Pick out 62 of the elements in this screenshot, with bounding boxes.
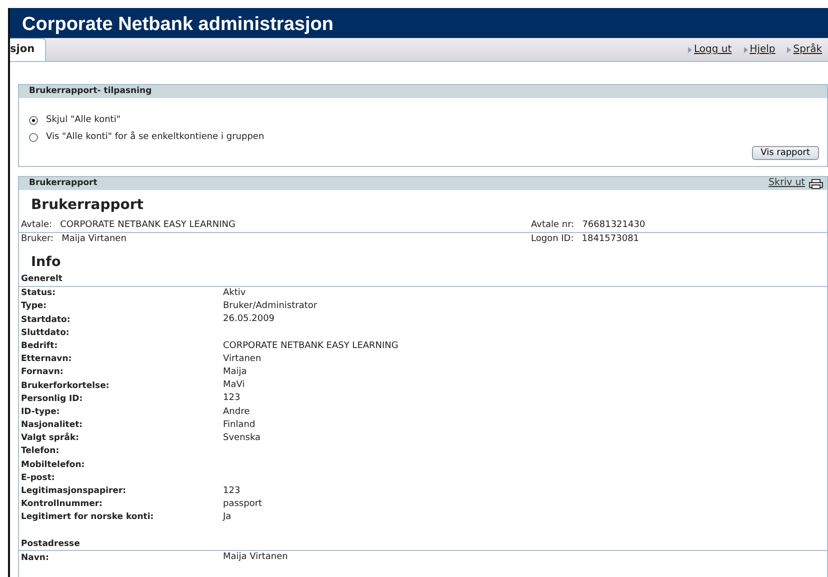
field-label: Status: xyxy=(21,287,56,300)
section-heading: Info xyxy=(30,253,62,272)
field-value: Maija Virtanen xyxy=(223,551,288,564)
field-label: Nasjonalitet: xyxy=(21,419,84,432)
field-value: 1841573081 xyxy=(582,232,640,246)
field-label: Type: xyxy=(21,300,48,314)
field-label: Sluttdato: xyxy=(21,326,70,340)
field-label: Legitimert for norske konti: xyxy=(21,511,155,524)
option-label: Vis "Alle konti" for å se enkeltkontiene i gruppen xyxy=(46,130,264,144)
field-label: Avtale nr: xyxy=(531,218,574,232)
field-label: Etternavn: xyxy=(21,353,73,366)
field-value: passport xyxy=(223,498,262,511)
top-link[interactable]: Språk xyxy=(787,42,822,57)
top-link[interactable]: Logg ut xyxy=(688,42,732,57)
field-value: 76681321430 xyxy=(582,218,646,232)
arrow-icon[interactable] xyxy=(787,46,792,52)
window-title: Corporate Netbank administrasjon xyxy=(22,14,334,35)
field-label: Bruker: xyxy=(21,232,54,246)
option-label: Skjul "Alle konti" xyxy=(46,114,120,127)
field-label: Navn: xyxy=(21,552,50,564)
field-label: Fornavn: xyxy=(21,366,64,380)
printer-icon[interactable] xyxy=(809,178,823,188)
top-link[interactable]: Hjelp xyxy=(744,42,776,57)
field-label: Startdato: xyxy=(21,314,72,326)
field-value: 123 xyxy=(223,392,240,406)
report-heading: Brukerrapport xyxy=(30,196,144,215)
field-value: Svenska xyxy=(223,432,261,445)
field-label: Avtale: xyxy=(21,218,52,232)
field-value: CORPORATE NETBANK EASY LEARNING xyxy=(60,218,236,232)
group-title: Postadresse xyxy=(20,538,81,550)
group-title: Generelt xyxy=(20,273,64,286)
field-label: Bedrift: xyxy=(21,340,59,353)
field-value: Maija Virtanen xyxy=(62,232,126,246)
arrow-icon[interactable] xyxy=(688,46,692,52)
field-value: Maija xyxy=(223,366,247,379)
show-report-button[interactable]: Vis rapport xyxy=(752,146,819,160)
field-value: Finland xyxy=(223,418,256,432)
field-label: ID-type: xyxy=(21,406,61,419)
field-label: Legitimasjonspapirer: xyxy=(21,485,128,498)
field-value: Ja xyxy=(223,511,232,524)
tab[interactable]: sjon xyxy=(10,38,46,61)
print-link[interactable]: Skriv ut xyxy=(768,176,823,191)
radio-button[interactable] xyxy=(29,116,38,125)
panel-title: Brukerrapport- tilpasning xyxy=(29,85,152,98)
panel-title: Brukerrapport xyxy=(29,177,98,190)
field-value: 26.05.2009 xyxy=(223,313,275,326)
field-value: CORPORATE NETBANK EASY LEARNING xyxy=(223,340,398,353)
field-value: MaVi xyxy=(223,379,245,392)
field-label: Valgt språk: xyxy=(21,432,80,446)
field-value: 123 xyxy=(223,484,240,498)
field-label: E-post: xyxy=(21,472,56,485)
field-value: Andre xyxy=(223,406,250,419)
field-label: Kontrollnummer: xyxy=(21,498,104,511)
field-value: Bruker/Administrator xyxy=(223,300,318,314)
field-label: Brukerforkortelse: xyxy=(21,380,110,392)
field-label: Mobiltelefon: xyxy=(21,458,86,472)
radio-button[interactable] xyxy=(29,133,38,142)
field-value: Virtanen xyxy=(223,352,262,366)
field-value: Aktiv xyxy=(223,286,246,300)
field-label: Personlig ID: xyxy=(21,392,84,406)
field-label: Logon ID: xyxy=(531,232,574,246)
field-label: Telefon: xyxy=(21,445,60,458)
